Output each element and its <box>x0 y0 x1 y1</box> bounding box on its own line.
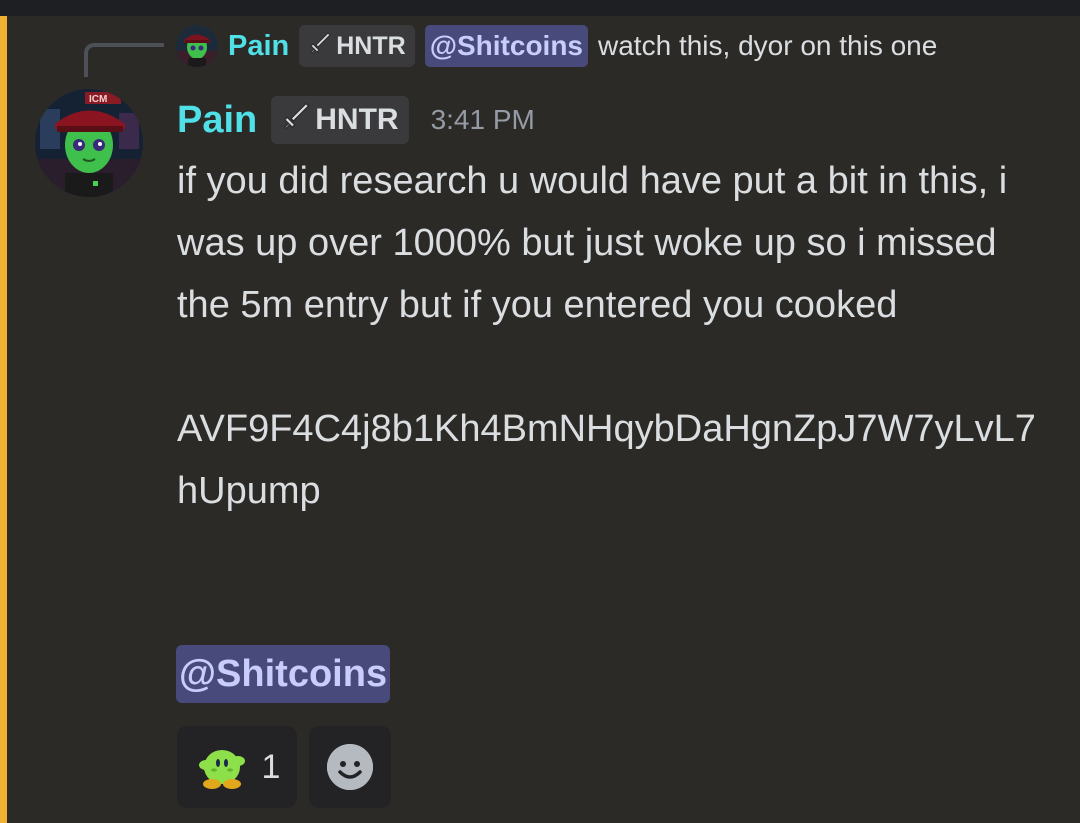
message-timestamp[interactable]: 3:41 PM <box>431 104 535 136</box>
reply-role-tag-label: HNTR <box>336 31 406 60</box>
message-content: if you did research u would have put a b… <box>177 150 1057 522</box>
top-bar <box>0 0 1080 16</box>
reactions-bar: 1 <box>177 726 391 808</box>
author-role-tag[interactable]: HNTR <box>271 96 409 144</box>
mention-highlight-stripe <box>0 16 7 823</box>
reply-text[interactable]: watch this, dyor on this one <box>598 30 937 62</box>
reaction-count: 1 <box>261 747 281 786</box>
author-avatar[interactable]: ICM <box>35 89 143 197</box>
reply-role-tag[interactable]: HNTR <box>299 25 415 67</box>
add-reaction-button[interactable] <box>309 726 391 808</box>
message-header: Pain HNTR 3:41 PM <box>177 96 535 144</box>
reply-mention[interactable]: @Shitcoins <box>424 25 589 67</box>
reaction-button[interactable]: 1 <box>177 726 297 808</box>
body-mention[interactable]: @Shitcoins <box>176 645 391 703</box>
reply-preview[interactable]: Pain HNTR @Shitcoins watch this, dyor on… <box>176 24 937 68</box>
smiley-icon <box>327 744 373 790</box>
sword-icon <box>308 31 332 62</box>
green-kirby-emoji-icon <box>194 737 250 798</box>
author-role-tag-label: HNTR <box>315 103 399 136</box>
reply-author-name[interactable]: Pain <box>228 30 289 63</box>
contract-address: AVF9F4C4j8b1Kh4BmNHqybDaHgnZpJ7W7yLvL7hU… <box>177 408 1036 512</box>
svg-text:ICM: ICM <box>89 94 107 105</box>
sword-icon <box>281 101 311 139</box>
reply-spine <box>84 43 164 77</box>
author-name[interactable]: Pain <box>177 99 257 142</box>
reply-avatar[interactable] <box>176 25 218 67</box>
message-paragraph: if you did research u would have put a b… <box>177 160 1008 326</box>
